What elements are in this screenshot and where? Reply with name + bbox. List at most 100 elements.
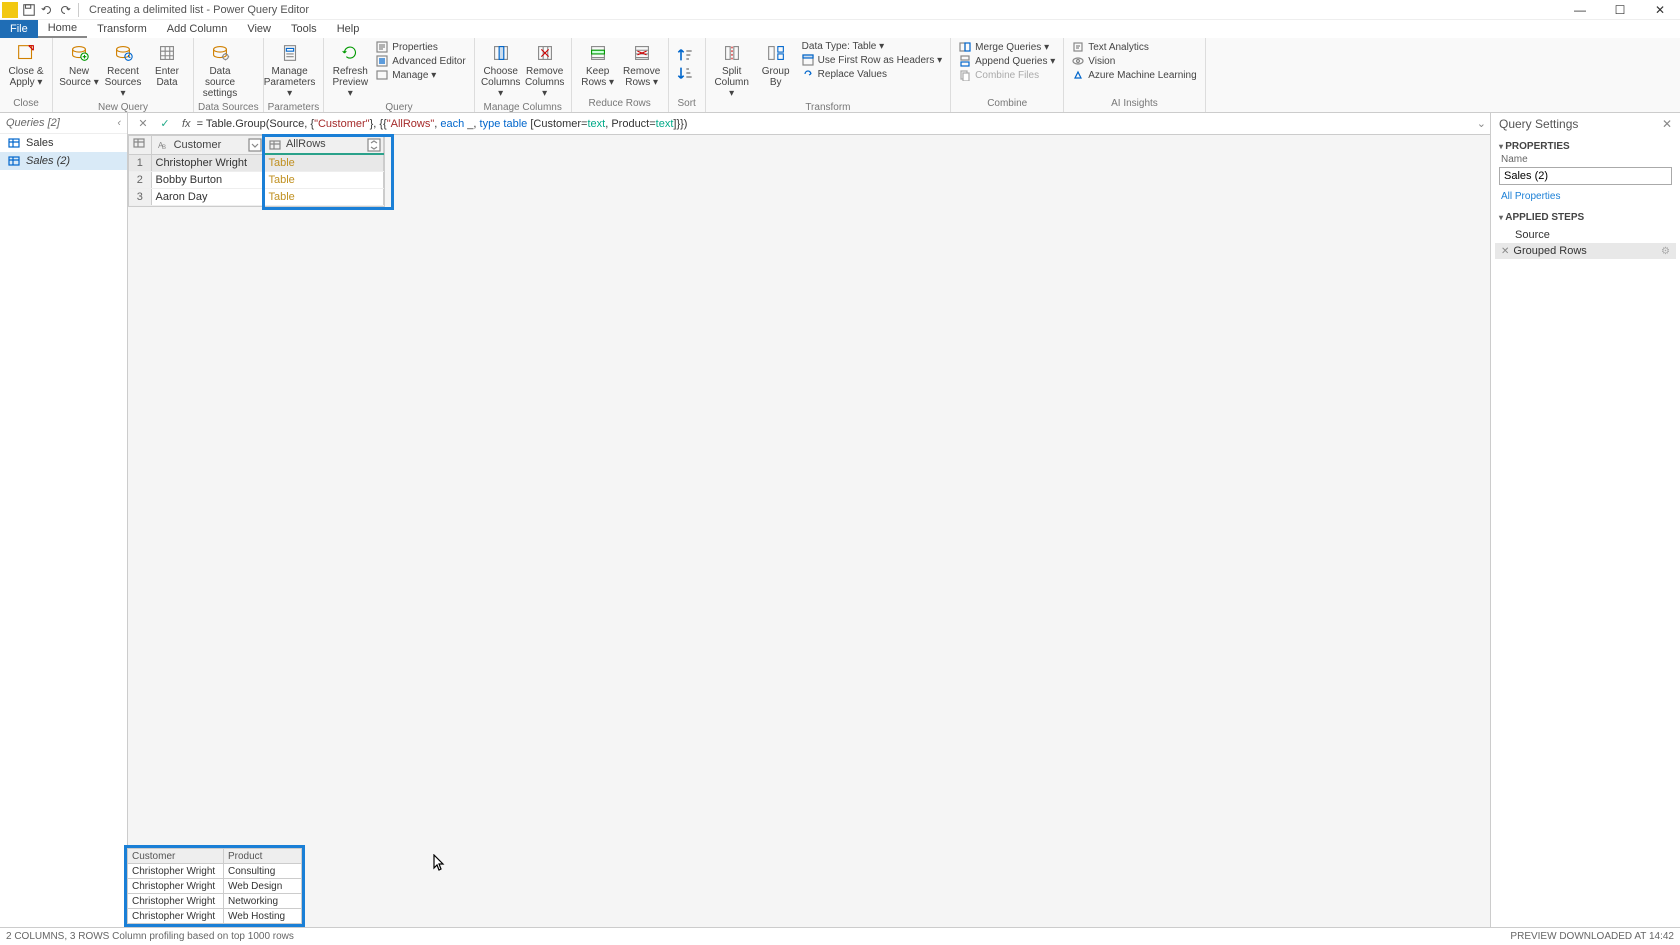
data-source-settings-label: Data source settings	[200, 66, 240, 99]
preview-cell: Web Design	[224, 879, 302, 894]
text-analytics-button[interactable]: Text Analytics	[1072, 40, 1196, 54]
qat-divider	[78, 3, 79, 17]
all-properties-link[interactable]: All Properties	[1491, 187, 1680, 206]
first-row-headers-button[interactable]: Use First Row as Headers ▾	[802, 53, 943, 67]
formula-text: "Customer"	[314, 118, 370, 130]
grid-corner[interactable]	[129, 136, 151, 154]
formula-bar: ✕ ✓ fx = Table.Group(Source, {"Customer"…	[128, 113, 1490, 135]
table-row[interactable]: 3 Aaron Day Table	[129, 188, 383, 205]
data-type-button[interactable]: Data Type: Table ▾	[802, 40, 943, 53]
sort-asc-button[interactable]	[677, 46, 697, 64]
step-grouped-rows[interactable]: ✕ Grouped Rows ⚙	[1495, 243, 1676, 259]
formula-input[interactable]: = Table.Group(Source, {"Customer"}, {{"A…	[197, 117, 1477, 130]
formula-text: "AllRows"	[387, 118, 435, 130]
append-queries-button[interactable]: Append Queries ▾	[959, 54, 1055, 68]
applied-steps-label[interactable]: APPLIED STEPS	[1491, 206, 1680, 225]
advanced-editor-label: Advanced Editor	[392, 56, 465, 67]
file-menu[interactable]: File	[0, 20, 38, 38]
accept-formula-icon[interactable]: ✓	[156, 115, 174, 133]
split-column-button[interactable]: Split Column ▾	[710, 40, 754, 101]
advanced-editor-button[interactable]: Advanced Editor	[376, 54, 465, 68]
undo-icon[interactable]	[40, 3, 54, 17]
choose-columns-button[interactable]: Choose Columns ▾	[479, 40, 523, 101]
cell-allrows[interactable]: Table	[264, 154, 383, 171]
maximize-button[interactable]: ☐	[1600, 0, 1640, 20]
query-item-sales-2[interactable]: Sales (2)	[0, 152, 127, 170]
cancel-formula-icon[interactable]: ✕	[134, 115, 152, 133]
merge-queries-button[interactable]: Merge Queries ▾	[959, 40, 1055, 54]
table-row[interactable]: 2 Bobby Burton Table	[129, 171, 383, 188]
cell-allrows[interactable]: Table	[264, 188, 383, 205]
column-header-customer[interactable]: AB Customer	[151, 136, 264, 154]
cell-allrows[interactable]: Table	[264, 171, 383, 188]
append-queries-label: Append Queries ▾	[975, 56, 1055, 67]
formula-text: }, {{	[370, 118, 387, 130]
close-window-button[interactable]: ✕	[1640, 0, 1680, 20]
azure-ml-button[interactable]: Azure Machine Learning	[1072, 68, 1196, 82]
expand-formula-icon[interactable]: ⌄	[1477, 117, 1486, 130]
sort-desc-button[interactable]	[677, 64, 697, 82]
preview-cell: Christopher Wright	[128, 909, 224, 924]
refresh-preview-button[interactable]: Refresh Preview ▾	[328, 40, 372, 101]
group-by-label: Group By	[762, 66, 790, 88]
manage-button[interactable]: Manage ▾	[376, 68, 465, 82]
expand-column-icon[interactable]	[367, 138, 381, 152]
query-name-input[interactable]	[1499, 167, 1672, 185]
remove-columns-button[interactable]: Remove Columns ▾	[523, 40, 567, 101]
close-apply-label: Close & Apply ▾	[8, 66, 43, 88]
delete-step-icon[interactable]: ✕	[1501, 246, 1509, 257]
manage-parameters-button[interactable]: Manage Parameters ▾	[268, 40, 312, 101]
tab-help[interactable]: Help	[327, 20, 370, 38]
preview-header-customer[interactable]: Customer	[128, 849, 224, 864]
group-close-label: Close	[4, 97, 48, 110]
data-source-settings-button[interactable]: Data source settings	[198, 40, 242, 101]
properties-button[interactable]: Properties	[376, 40, 465, 54]
close-settings-icon[interactable]: ✕	[1662, 117, 1672, 131]
minimize-button[interactable]: —	[1560, 0, 1600, 20]
body: Queries [2] ‹ Sales Sales (2) ✕ ✓ fx = T…	[0, 113, 1680, 927]
collapse-queries-icon[interactable]: ‹	[117, 117, 121, 129]
enter-data-button[interactable]: Enter Data	[145, 40, 189, 90]
status-left: 2 COLUMNS, 3 ROWS Column profiling based…	[6, 931, 294, 942]
replace-values-button[interactable]: Replace Values	[802, 67, 943, 81]
row-number: 3	[129, 188, 151, 205]
preview-header-product[interactable]: Product	[224, 849, 302, 864]
refresh-preview-label: Refresh Preview ▾	[330, 66, 370, 99]
keep-rows-label: Keep Rows ▾	[581, 66, 614, 88]
close-apply-button[interactable]: Close & Apply ▾	[4, 40, 48, 90]
properties-section-label[interactable]: PROPERTIES	[1491, 135, 1680, 154]
row-number: 1	[129, 154, 151, 171]
keep-rows-button[interactable]: Keep Rows ▾	[576, 40, 620, 90]
queries-header-label: Queries [2]	[6, 117, 60, 129]
new-source-button[interactable]: New Source ▾	[57, 40, 101, 90]
query-settings-header: Query Settings ✕	[1491, 113, 1680, 135]
remove-rows-button[interactable]: Remove Rows ▾	[620, 40, 664, 90]
vision-button[interactable]: Vision	[1072, 54, 1196, 68]
tab-view[interactable]: View	[237, 20, 281, 38]
step-gear-icon[interactable]: ⚙	[1661, 246, 1670, 257]
queries-header: Queries [2] ‹	[0, 113, 127, 134]
tab-transform[interactable]: Transform	[87, 20, 157, 38]
group-by-button[interactable]: Group By	[754, 40, 798, 90]
fx-icon[interactable]: fx	[182, 118, 191, 130]
query-item-sales[interactable]: Sales	[0, 134, 127, 152]
data-grid[interactable]: AB Customer AllRows 1 Christopher Wright	[128, 135, 385, 207]
recent-sources-button[interactable]: Recent Sources ▾	[101, 40, 145, 101]
vision-label: Vision	[1088, 56, 1115, 67]
formula-text: text	[587, 118, 605, 130]
tab-tools[interactable]: Tools	[281, 20, 327, 38]
group-ai-label: AI Insights	[1068, 97, 1200, 110]
query-item-label: Sales	[26, 137, 54, 149]
filter-icon[interactable]	[248, 138, 262, 152]
tab-home[interactable]: Home	[38, 20, 87, 38]
app-icon	[2, 2, 18, 18]
table-row[interactable]: 1 Christopher Wright Table	[129, 154, 383, 171]
tab-add-column[interactable]: Add Column	[157, 20, 238, 38]
column-header-allrows[interactable]: AllRows	[264, 136, 383, 154]
formula-text: type	[480, 118, 501, 130]
combine-files-button[interactable]: Combine Files	[959, 68, 1055, 82]
save-icon[interactable]	[22, 3, 36, 17]
redo-icon[interactable]	[58, 3, 72, 17]
applied-steps-list: Source ✕ Grouped Rows ⚙	[1491, 225, 1680, 261]
step-source[interactable]: Source	[1495, 227, 1676, 243]
